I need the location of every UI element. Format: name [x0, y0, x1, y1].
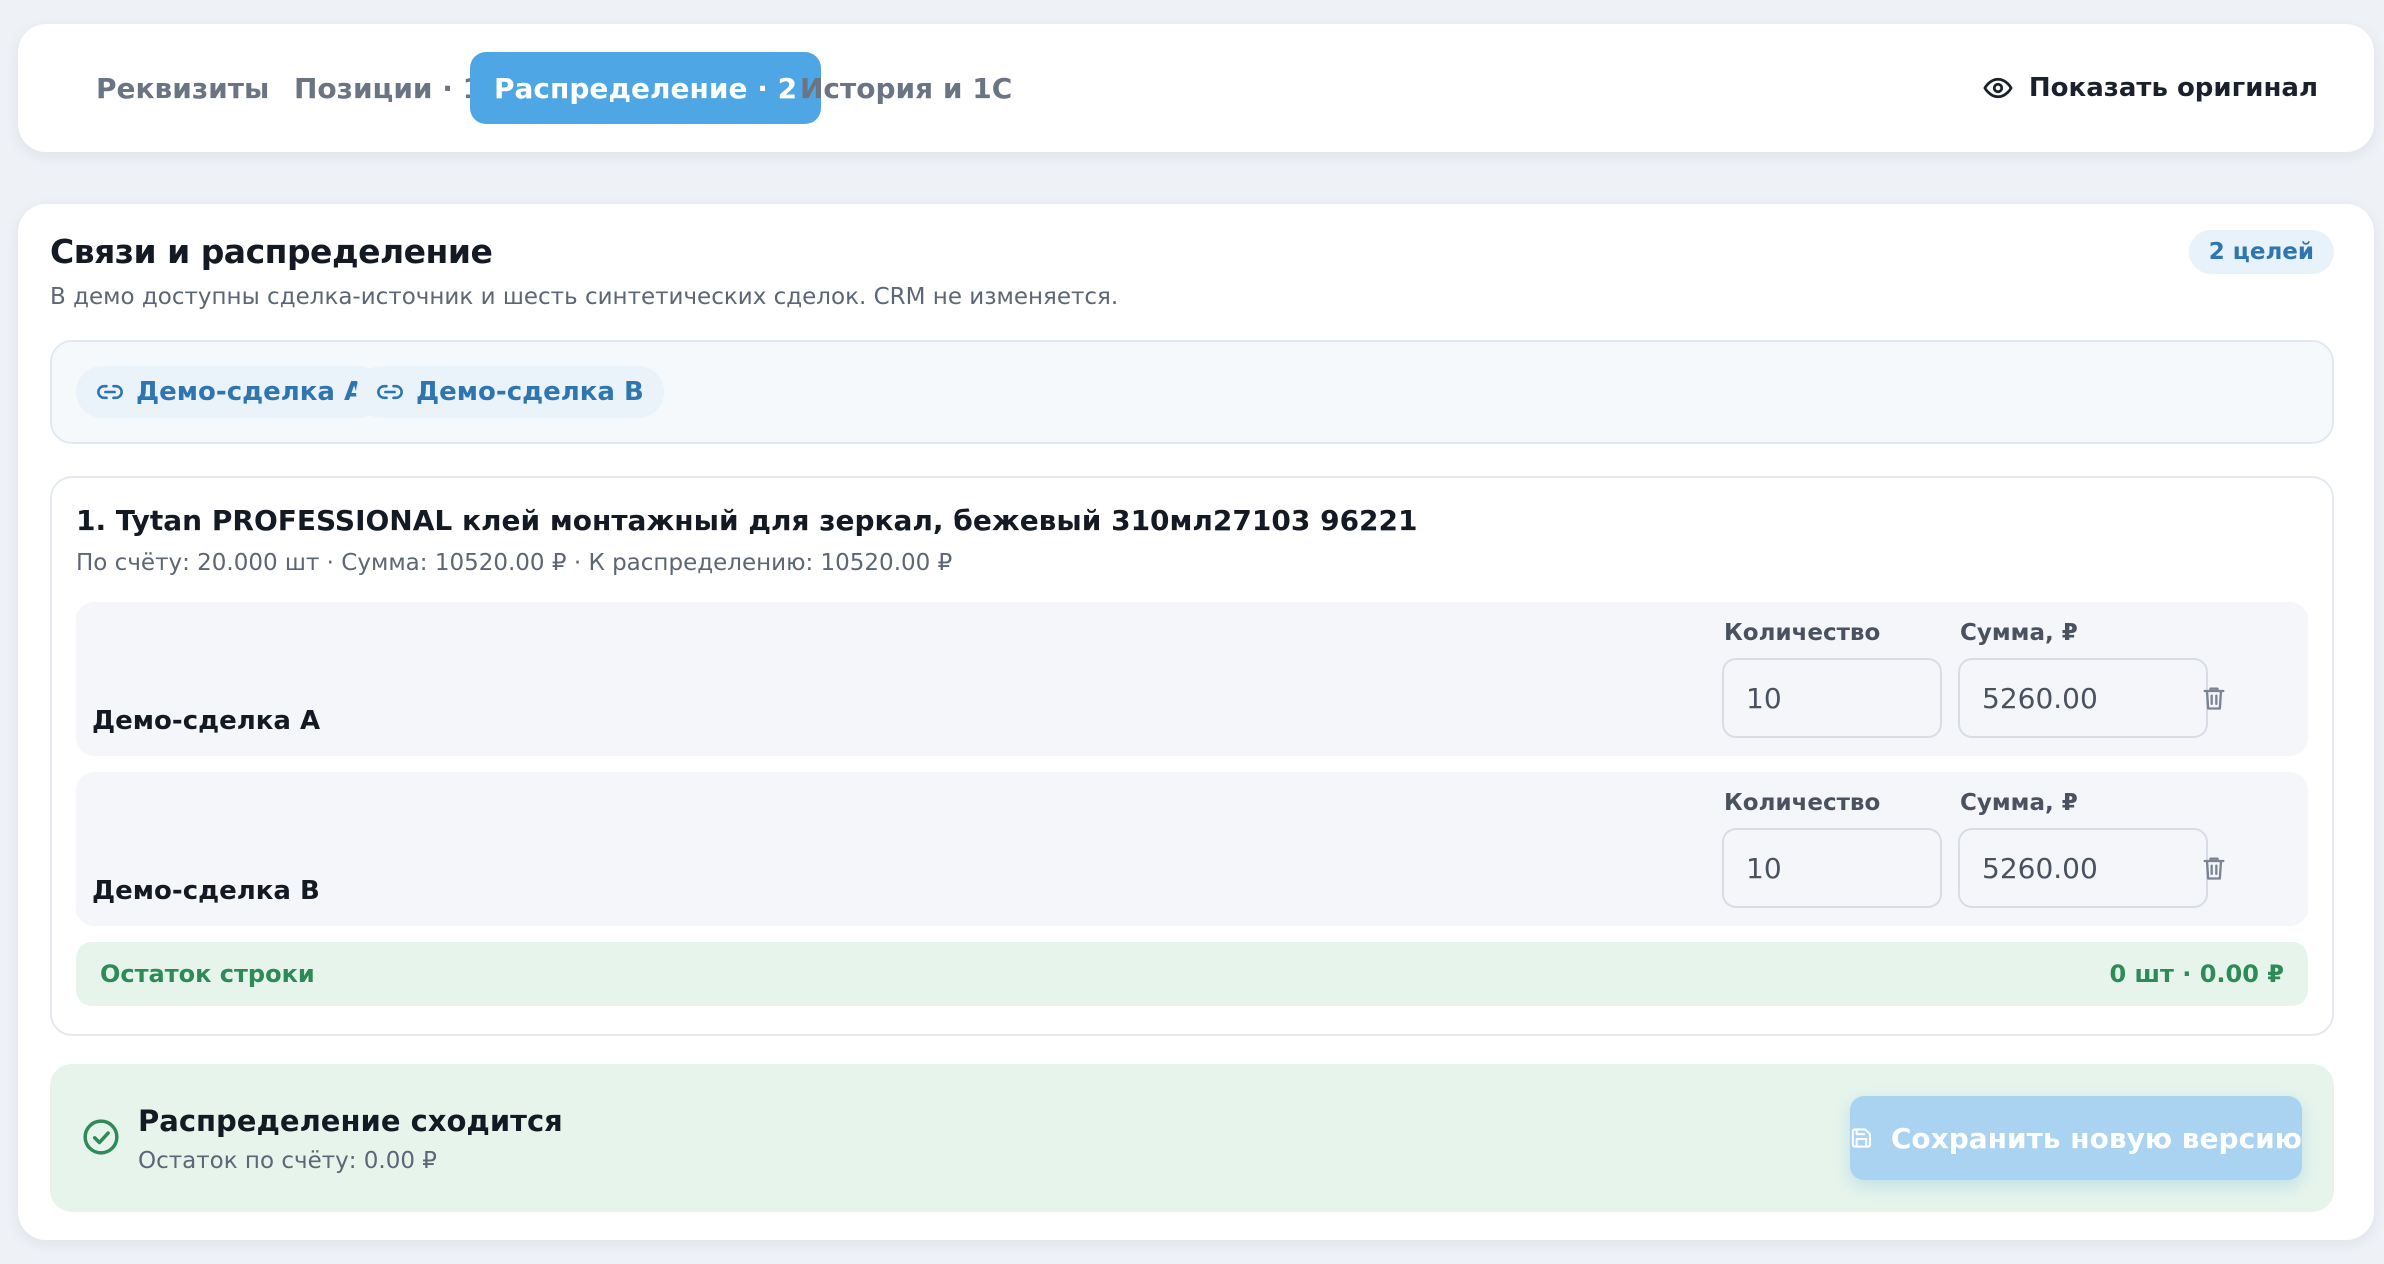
deal-chip-a[interactable]: Демо-сделка A	[76, 366, 385, 418]
check-circle-icon	[83, 1119, 119, 1155]
eye-icon	[1983, 77, 2013, 99]
allocation-deal-name: Демо-сделка A	[92, 706, 321, 736]
allocation-row: Демо-сделка A Количество Сумма, ₽	[76, 602, 2308, 756]
sum-input[interactable]	[1958, 828, 2208, 908]
tab-bar: Реквизиты Позиции · 1 Распределение · 2 …	[18, 24, 2374, 152]
tab-history-1c[interactable]: История и 1С	[776, 52, 1036, 124]
deal-chip-label: Демо-сделка A	[136, 377, 365, 407]
save-version-button[interactable]: Сохранить новую версию	[1850, 1096, 2302, 1180]
show-original-button[interactable]: Показать оригинал	[1983, 52, 2318, 124]
status-subtitle: Остаток по счёту: 0.00 ₽	[138, 1148, 437, 1174]
tab-requisites[interactable]: Реквизиты	[72, 52, 293, 124]
tab-distribution[interactable]: Распределение · 2	[470, 52, 822, 124]
section-title: Связи и распределение	[50, 232, 493, 271]
section-subtitle: В демо доступны сделка-источник и шесть …	[50, 284, 1119, 310]
linked-deals-box: Демо-сделка A Демо-сделка B	[50, 340, 2334, 444]
trash-icon[interactable]	[2200, 854, 2228, 882]
distribution-status: Распределение сходится Остаток по счёту:…	[50, 1064, 2334, 1212]
position-meta: По счёту: 20.000 шт · Сумма: 10520.00 ₽ …	[76, 550, 953, 576]
quantity-label: Количество	[1724, 790, 1881, 816]
remainder-label: Остаток строки	[100, 960, 315, 988]
quantity-label: Количество	[1724, 620, 1881, 646]
position-title: 1. Tytan PROFESSIONAL клей монтажный для…	[76, 504, 1418, 537]
deal-chip-label: Демо-сделка B	[416, 377, 644, 407]
show-original-label: Показать оригинал	[2028, 73, 2318, 103]
allocation-deal-name: Демо-сделка B	[92, 876, 320, 906]
allocation-row: Демо-сделка B Количество Сумма, ₽	[76, 772, 2308, 926]
floppy-disk-icon	[1851, 1128, 1872, 1148]
remainder-value: 0 шт · 0.00 ₽	[2109, 960, 2284, 988]
quantity-input[interactable]	[1722, 828, 1942, 908]
link-icon	[97, 384, 123, 400]
save-button-label: Сохранить новую версию	[1890, 1121, 2302, 1155]
distribution-panel: Связи и распределение В демо доступны сд…	[18, 204, 2374, 1240]
row-remainder: Остаток строки 0 шт · 0.00 ₽	[76, 942, 2308, 1006]
deal-chip-b[interactable]: Демо-сделка B	[356, 366, 664, 418]
sum-label: Сумма, ₽	[1960, 620, 2078, 646]
position-card: 1. Tytan PROFESSIONAL клей монтажный для…	[50, 476, 2334, 1036]
quantity-input[interactable]	[1722, 658, 1942, 738]
link-icon	[377, 384, 403, 400]
sum-label: Сумма, ₽	[1960, 790, 2078, 816]
status-title: Распределение сходится	[138, 1104, 563, 1138]
sum-input[interactable]	[1958, 658, 2208, 738]
targets-count-badge: 2 целей	[2188, 230, 2334, 274]
trash-icon[interactable]	[2200, 684, 2228, 712]
